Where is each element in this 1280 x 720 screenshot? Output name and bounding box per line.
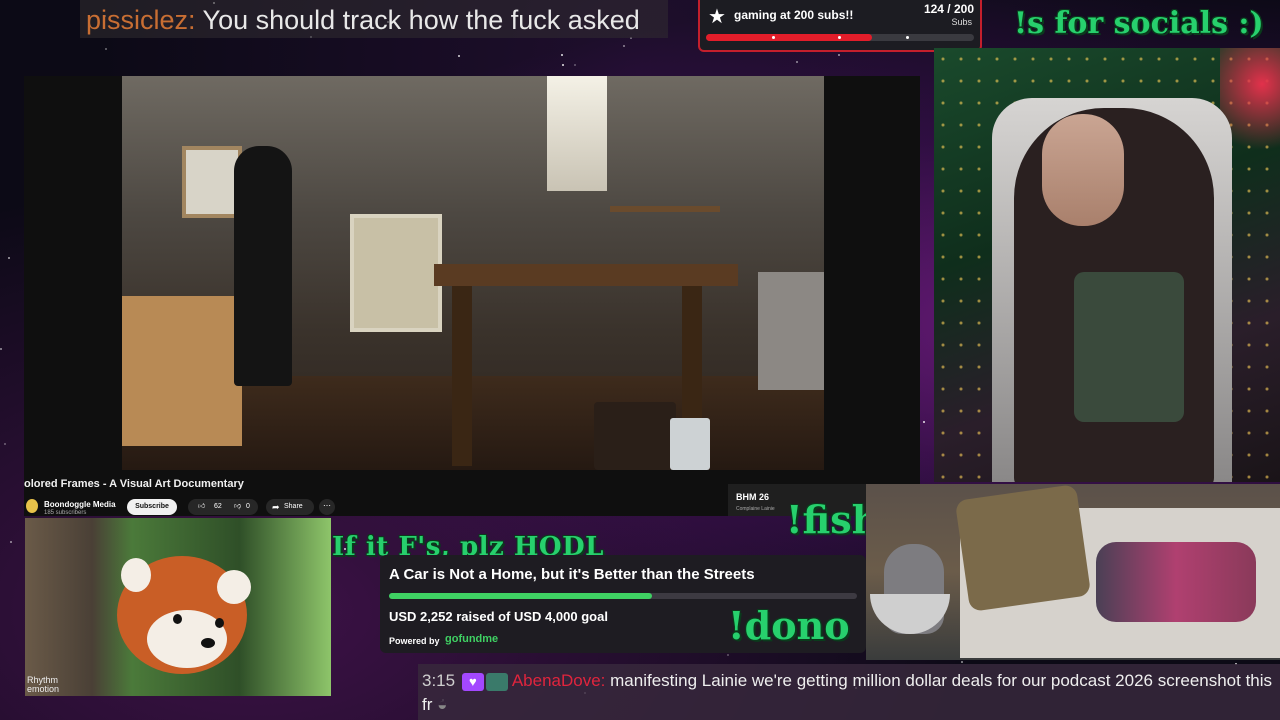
share-button[interactable]: ➦ Share	[266, 499, 314, 515]
dislike-icon[interactable]: 👎︎	[234, 499, 241, 515]
red-panda-video: Rhythm emotion	[25, 518, 331, 696]
pillow	[954, 484, 1092, 612]
channel-name[interactable]: Boondoggle Media	[44, 500, 116, 509]
milestone-dot	[906, 36, 909, 39]
streamer-vest	[1074, 272, 1184, 422]
star-dot	[562, 64, 564, 66]
gofundme-logo: gofundme	[445, 633, 499, 645]
cat-badge-icon	[485, 672, 508, 691]
fundraiser-title: A Car is Not a Home, but it's Better tha…	[389, 566, 755, 583]
watermark-line2: emotion	[27, 684, 60, 694]
subscribe-button[interactable]: Subscribe	[127, 499, 177, 515]
milestone-dot	[838, 36, 841, 39]
like-icon[interactable]: 👍︎	[198, 499, 205, 515]
star-dot	[561, 54, 563, 56]
panda-eye	[173, 614, 182, 624]
star-dot	[838, 54, 840, 56]
sub-goal-unit: Subs	[951, 17, 972, 27]
star-dot	[0, 348, 2, 350]
socials-command-text: !s for socials :)	[1014, 6, 1264, 41]
video-player: olored Frames - A Visual Art Documentary…	[24, 76, 920, 516]
fundraiser-progress-fill	[389, 593, 653, 599]
star-dot	[105, 48, 107, 50]
chat-text: You should track how the fuck asked	[202, 5, 640, 35]
video-bucket	[670, 418, 710, 470]
video-table-leg	[452, 286, 472, 466]
video-window	[547, 76, 607, 191]
star-dot	[10, 541, 12, 543]
bottom-chat-message: 3:15 ♥ AbenaDove: manifesting Lainie we'r…	[418, 664, 1280, 720]
side-video-channel: Complaine Lainie	[736, 506, 775, 512]
chat-username: pissiclez:	[86, 5, 196, 35]
emote-icon: ◒	[437, 695, 448, 714]
dislike-count: 0	[246, 503, 250, 510]
video-watermark-logo: Rhythm emotion	[27, 676, 59, 694]
video-shelf	[610, 206, 720, 212]
video-table	[434, 264, 738, 286]
streamer-face	[1042, 114, 1124, 226]
side-video-title: BHM 26	[736, 492, 770, 502]
panda-ear	[121, 558, 151, 592]
cat-camera	[866, 484, 1280, 660]
star-dot	[8, 257, 10, 259]
star-dot	[574, 64, 576, 66]
video-cabinet	[758, 272, 824, 390]
powered-by-label: Powered by	[389, 636, 440, 646]
chat-timestamp: 3:15	[422, 671, 456, 690]
sub-goal-title: gaming at 200 subs!!	[734, 8, 854, 22]
dono-command-text: !dono	[728, 603, 850, 648]
channel-subscribers: 185 subscribers	[44, 510, 87, 516]
like-dislike-group: 👍︎ 62 👎︎ 0	[188, 499, 258, 515]
chat-username: AbenaDove:	[511, 671, 606, 690]
video-paint-stand	[122, 296, 242, 446]
channel-avatar[interactable]	[26, 499, 38, 513]
star-dot	[727, 654, 729, 656]
panda-eye	[215, 618, 224, 628]
more-options-icon[interactable]: ⋯	[319, 499, 335, 515]
share-label: Share	[284, 503, 303, 510]
milestone-dot	[772, 36, 775, 39]
sub-goal-progress-fill	[706, 34, 873, 41]
video-painting	[350, 214, 442, 332]
fundraiser-raised: USD 2,252 raised of USD 4,000 goal	[389, 609, 608, 624]
sub-goal-count: 124 / 200	[923, 2, 974, 16]
video-painter	[234, 146, 292, 386]
like-count: 62	[214, 503, 222, 510]
fundraiser-progress-bar	[389, 593, 857, 599]
blanket	[1096, 542, 1256, 622]
star-dot	[923, 421, 925, 423]
sub-goal-progress-bar	[706, 34, 974, 41]
video-title: olored Frames - A Visual Art Documentary	[24, 478, 244, 490]
star-icon: ★	[708, 6, 726, 28]
panda-nose	[201, 638, 215, 648]
star-dot	[623, 45, 625, 47]
star-dot	[4, 443, 6, 445]
sub-goal-widget: ★ gaming at 200 subs!! 124 / 200 Subs	[698, 0, 982, 52]
panda-muzzle	[147, 610, 227, 668]
star-dot	[796, 61, 798, 63]
video-easel-canvas	[182, 146, 242, 218]
streamer-webcam	[934, 48, 1280, 482]
share-icon: ➦	[272, 502, 280, 512]
star-dot	[458, 55, 460, 57]
video-frame[interactable]	[122, 76, 824, 470]
video-bucket	[594, 402, 676, 470]
panda-ear	[217, 570, 251, 604]
heart-badge-icon: ♥	[461, 672, 484, 691]
top-chat-message: pissiclez: You should track how the fuck…	[80, 0, 668, 38]
star-dot	[961, 661, 963, 663]
